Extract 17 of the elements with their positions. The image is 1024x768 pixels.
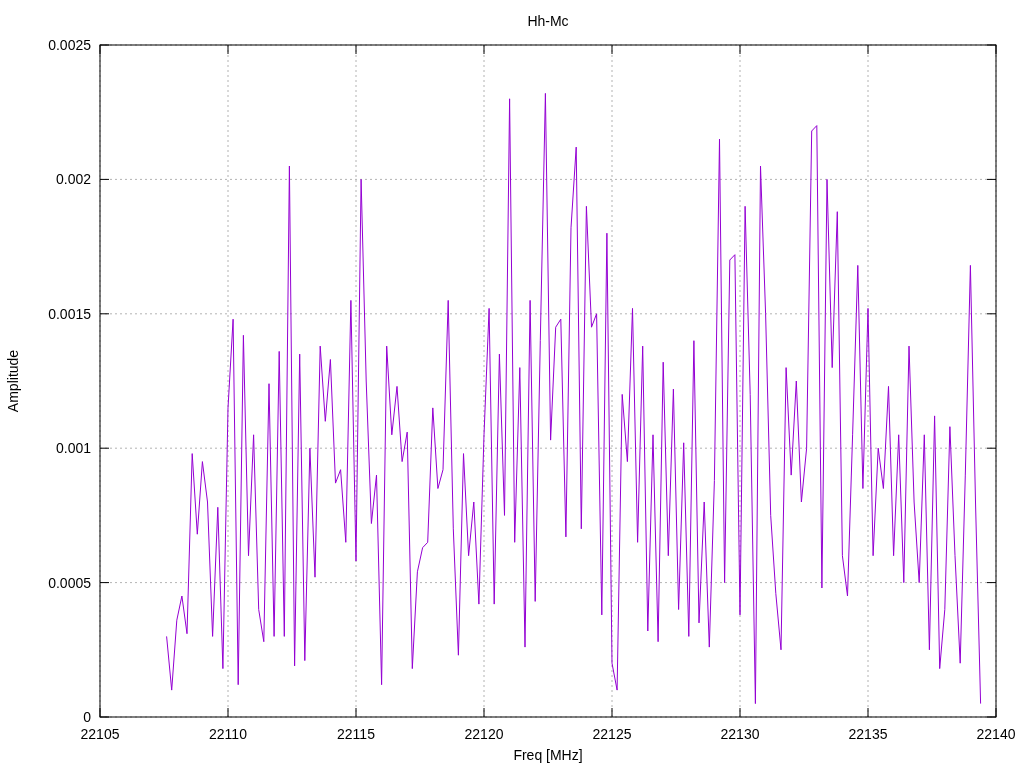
- y-axis-label: Amplitude: [5, 349, 21, 413]
- x-axis-label: Freq [MHz]: [513, 747, 583, 763]
- tick-label: 22115: [337, 726, 375, 742]
- tick-label: 0.0005: [48, 574, 91, 591]
- tick-label: 22140: [976, 726, 1016, 742]
- tick-label: 0.001: [55, 440, 91, 457]
- chart-title: Hh-Mc: [527, 13, 569, 29]
- tick-label: 0.0015: [48, 305, 91, 322]
- tick-label: 22110: [209, 726, 247, 742]
- tick-label: 22130: [720, 726, 760, 742]
- tick-label: 22125: [592, 726, 632, 742]
- tick-label: 22105: [80, 726, 120, 742]
- tick-label: 22135: [848, 726, 888, 742]
- tick-label: 0.0025: [48, 37, 91, 53]
- tick-label: 22120: [464, 726, 504, 742]
- tick-label: 0: [83, 709, 91, 725]
- tick-label: 0.002: [55, 171, 91, 188]
